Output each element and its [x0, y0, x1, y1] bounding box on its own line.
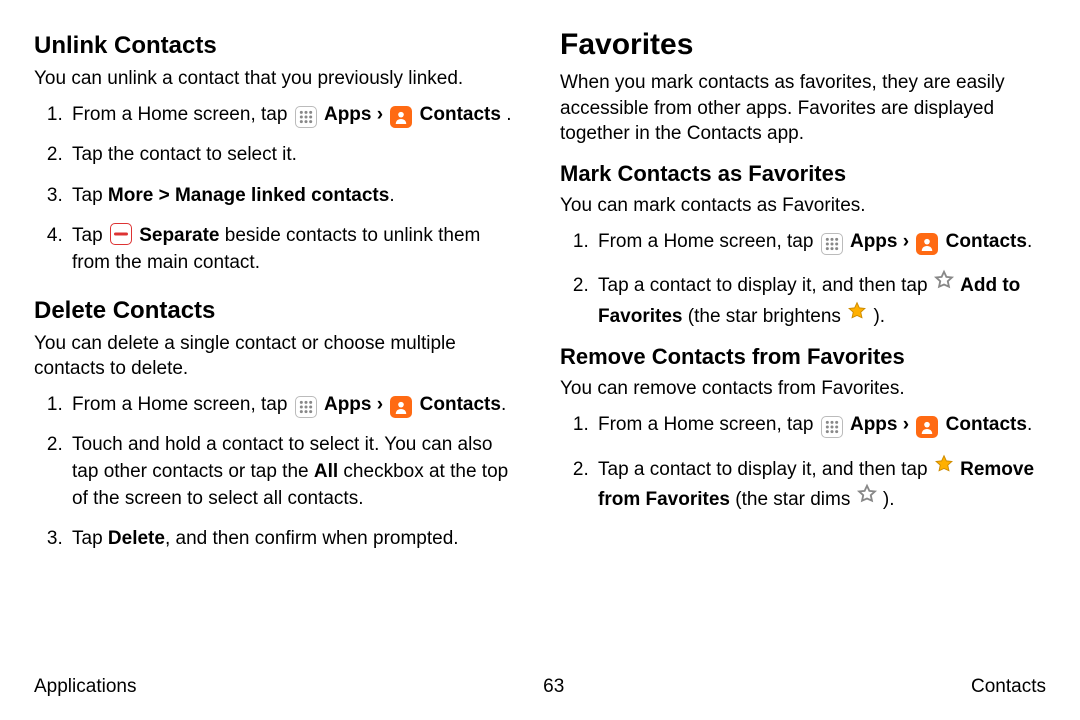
- text-bold: All: [314, 461, 338, 482]
- footer-center: 63: [543, 676, 564, 698]
- text: (the star dims: [735, 489, 855, 510]
- chevron-right-icon: ›: [903, 231, 915, 252]
- footer-right: Contacts: [971, 676, 1046, 698]
- text: From a Home screen, tap: [72, 394, 293, 415]
- text: Tap a contact to display it, and then ta…: [598, 459, 933, 480]
- text: .: [1027, 414, 1032, 435]
- chevron-right-icon: ›: [377, 104, 389, 125]
- list-item: Tap Delete, and then confirm when prompt…: [68, 526, 520, 553]
- star-outline-icon: [856, 489, 883, 510]
- contacts-icon: [390, 396, 412, 418]
- heading-favorites: Favorites: [560, 28, 1046, 62]
- apps-label: Apps: [850, 414, 898, 435]
- apps-icon: [821, 233, 843, 255]
- mark-steps: From a Home screen, tap Apps › Contacts.…: [560, 229, 1046, 331]
- remove-steps: From a Home screen, tap Apps › Contacts.…: [560, 412, 1046, 514]
- list-item: From a Home screen, tap Apps › Contacts.: [68, 392, 520, 419]
- apps-label: Apps: [324, 394, 372, 415]
- apps-icon: [295, 396, 317, 418]
- list-item: Tap the contact to select it.: [68, 142, 520, 169]
- list-item: Touch and hold a contact to select it. Y…: [68, 432, 520, 512]
- intro-delete: You can delete a single contact or choos…: [34, 331, 520, 382]
- intro-unlink: You can unlink a contact that you previo…: [34, 66, 520, 92]
- apps-icon: [821, 416, 843, 438]
- right-column: Favorites When you mark contacts as favo…: [560, 28, 1046, 567]
- page-footer: Applications 63 Contacts: [34, 676, 1046, 698]
- list-item: Tap a contact to display it, and then ta…: [594, 453, 1046, 514]
- contacts-label: Contacts: [946, 231, 1027, 252]
- list-item: Tap More > Manage linked contacts.: [68, 183, 520, 210]
- text: .: [501, 394, 506, 415]
- text: , and then confirm when prompted.: [165, 528, 459, 549]
- text: ).: [883, 489, 895, 510]
- separate-icon: [110, 223, 132, 245]
- list-item: Tap Separate beside contacts to unlink t…: [68, 223, 520, 276]
- intro-mark: You can mark contacts as Favorites.: [560, 193, 1046, 219]
- star-outline-icon: [933, 275, 960, 296]
- text: Tap a contact to display it, and then ta…: [598, 275, 933, 296]
- text: ).: [873, 306, 885, 327]
- text: .: [506, 104, 511, 125]
- contacts-icon: [390, 106, 412, 128]
- star-filled-icon: [933, 459, 960, 480]
- delete-steps: From a Home screen, tap Apps › Contacts.…: [34, 392, 520, 553]
- text: Tap: [72, 528, 108, 549]
- intro-remove: You can remove contacts from Favorites.: [560, 376, 1046, 402]
- text-bold: More > Manage linked contacts: [108, 185, 389, 206]
- contacts-label: Contacts: [420, 394, 501, 415]
- list-item: From a Home screen, tap Apps › Contacts …: [68, 102, 520, 129]
- chevron-right-icon: ›: [903, 414, 915, 435]
- text: Tap: [72, 185, 108, 206]
- apps-label: Apps: [324, 104, 372, 125]
- apps-label: Apps: [850, 231, 898, 252]
- list-item: Tap a contact to display it, and then ta…: [594, 269, 1046, 330]
- unlink-steps: From a Home screen, tap Apps › Contacts …: [34, 102, 520, 277]
- list-item: From a Home screen, tap Apps › Contacts.: [594, 412, 1046, 439]
- list-item: From a Home screen, tap Apps › Contacts.: [594, 229, 1046, 256]
- heading-mark: Mark Contacts as Favorites: [560, 161, 1046, 187]
- text: From a Home screen, tap: [598, 414, 819, 435]
- heading-delete: Delete Contacts: [34, 297, 520, 325]
- contacts-label: Contacts: [946, 414, 1027, 435]
- chevron-right-icon: ›: [377, 394, 389, 415]
- contacts-icon: [916, 233, 938, 255]
- text: beside contacts to unlink them from the …: [72, 225, 480, 273]
- text: From a Home screen, tap: [598, 231, 819, 252]
- heading-unlink: Unlink Contacts: [34, 32, 520, 60]
- text-bold: Delete: [108, 528, 165, 549]
- text: (the star brightens: [688, 306, 846, 327]
- left-column: Unlink Contacts You can unlink a contact…: [34, 28, 520, 567]
- text: .: [1027, 231, 1032, 252]
- footer-left: Applications: [34, 676, 136, 698]
- contacts-label: Contacts: [420, 104, 501, 125]
- text: From a Home screen, tap: [72, 104, 293, 125]
- apps-icon: [295, 106, 317, 128]
- text-bold: Separate: [139, 225, 219, 246]
- text: .: [389, 185, 394, 206]
- contacts-icon: [916, 416, 938, 438]
- star-filled-icon: [846, 306, 873, 327]
- text: Tap: [72, 225, 108, 246]
- heading-remove: Remove Contacts from Favorites: [560, 344, 1046, 370]
- intro-favorites: When you mark contacts as favorites, the…: [560, 70, 1046, 147]
